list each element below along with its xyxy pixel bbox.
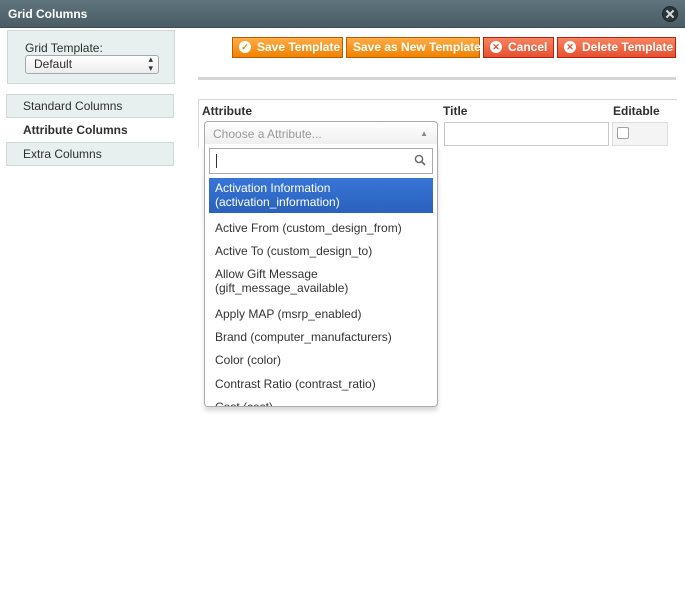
option-text: (gift_message_available) bbox=[215, 281, 349, 295]
column-header-title: Title bbox=[443, 104, 468, 118]
grid-columns-dialog: Grid Columns Grid Template: Default ▴ ▾ S… bbox=[0, 0, 685, 589]
divider bbox=[198, 77, 676, 80]
tab-label: Attribute Columns bbox=[23, 123, 128, 137]
option-text: Brand (computer_manufacturers) bbox=[215, 330, 392, 344]
tab-label: Extra Columns bbox=[23, 147, 102, 161]
close-icon[interactable] bbox=[662, 6, 678, 22]
tab-attribute-columns[interactable]: Attribute Columns bbox=[6, 118, 174, 142]
dialog-title: Grid Columns bbox=[8, 7, 88, 21]
editable-checkbox[interactable] bbox=[617, 127, 629, 139]
grid-template-value: Default bbox=[34, 57, 73, 71]
grid-template-select[interactable]: Default ▴ ▾ bbox=[25, 55, 159, 74]
option-text: Activation Information bbox=[215, 181, 331, 195]
attribute-dropdown: Activation Information (activation_inform… bbox=[204, 144, 438, 407]
attribute-select-placeholder: Choose a Attribute... bbox=[213, 127, 322, 141]
dropdown-option[interactable]: Contrast Ratio (contrast_ratio) bbox=[209, 374, 433, 394]
option-text: Allow Gift Message bbox=[215, 267, 318, 281]
cancel-icon: ✕ bbox=[490, 41, 502, 53]
search-icon bbox=[414, 154, 426, 166]
dropdown-option[interactable]: Apply MAP (msrp_enabled) bbox=[209, 304, 433, 324]
column-header-editable: Editable bbox=[613, 104, 660, 118]
dropdown-option[interactable]: Cost (cost) bbox=[209, 397, 433, 406]
tab-extra-columns[interactable]: Extra Columns bbox=[6, 142, 174, 166]
dropdown-option[interactable]: Activation Information (activation_inform… bbox=[209, 178, 433, 213]
text-cursor bbox=[216, 154, 217, 168]
tab-label: Standard Columns bbox=[23, 99, 123, 113]
tab-standard-columns[interactable]: Standard Columns bbox=[6, 94, 174, 118]
option-text: Cost (cost) bbox=[215, 400, 433, 406]
select-arrows-icon: ▴ ▾ bbox=[148, 54, 153, 73]
dropdown-option[interactable]: Active From (custom_design_from) bbox=[209, 218, 433, 238]
option-text: Contrast Ratio (contrast_ratio) bbox=[215, 377, 376, 391]
grid-template-label: Grid Template: bbox=[25, 41, 103, 55]
dropdown-option[interactable]: Color (color) bbox=[209, 350, 433, 370]
option-text: (activation_information) bbox=[215, 195, 340, 209]
title-input[interactable] bbox=[444, 122, 609, 146]
checkmark-icon: ✓ bbox=[239, 41, 251, 53]
save-as-new-template-button[interactable]: Save as New Template bbox=[346, 37, 481, 58]
dropdown-option[interactable]: Allow Gift Message (gift_message_availabl… bbox=[209, 264, 433, 298]
option-text: Color (color) bbox=[215, 353, 282, 367]
save-template-button[interactable]: ✓ Save Template bbox=[232, 37, 343, 58]
chevron-up-icon: ▲ bbox=[420, 129, 428, 138]
grid-template-panel: Grid Template: Default ▴ ▾ bbox=[7, 30, 175, 84]
option-text: Active To (custom_design_to) bbox=[215, 244, 373, 258]
attribute-search-input[interactable] bbox=[209, 148, 433, 174]
attribute-select[interactable]: Choose a Attribute... ▲ bbox=[204, 121, 438, 146]
dropdown-option[interactable]: Active To (custom_design_to) bbox=[209, 241, 433, 261]
option-text: Apply MAP (msrp_enabled) bbox=[215, 307, 362, 321]
column-header-attribute: Attribute bbox=[202, 104, 252, 118]
dropdown-option[interactable]: Brand (computer_manufacturers) bbox=[209, 327, 433, 347]
delete-icon: ✕ bbox=[564, 41, 576, 53]
dialog-titlebar: Grid Columns bbox=[0, 0, 685, 28]
cancel-button[interactable]: ✕ Cancel bbox=[483, 37, 554, 58]
delete-template-button[interactable]: ✕ Delete Template bbox=[557, 37, 676, 58]
attribute-options-list: Activation Information (activation_inform… bbox=[209, 178, 433, 406]
option-text: Active From (custom_design_from) bbox=[215, 221, 402, 235]
